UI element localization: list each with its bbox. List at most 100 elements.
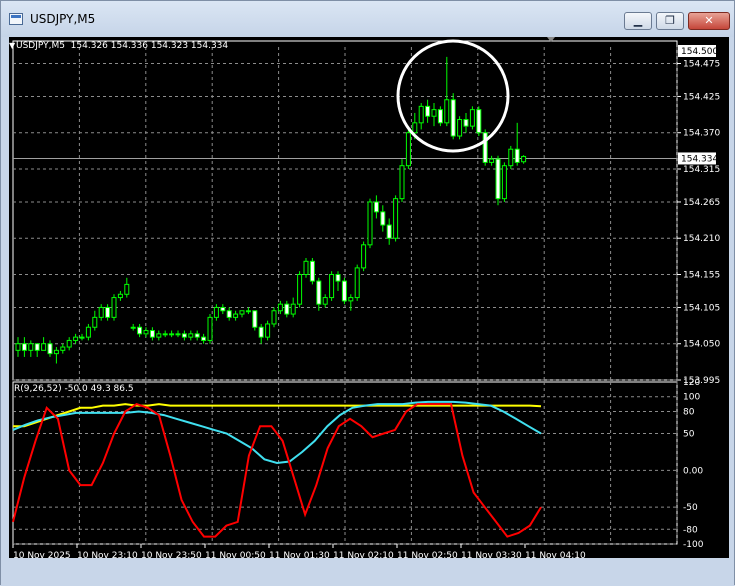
candle-body (98, 306, 104, 318)
candle-body (341, 280, 347, 302)
candle-body (175, 333, 181, 336)
indicator-tick-label: -80 (683, 525, 698, 535)
candle-body (380, 211, 386, 226)
candle-body (476, 109, 482, 134)
time-axis-label: 11 Nov 02:50 (397, 551, 458, 558)
chart-canvas[interactable]: 154.475 154.425 154.370 154.315 154.265 154.2… (9, 37, 729, 558)
candle-body (290, 303, 296, 315)
candle-body (303, 260, 309, 275)
candle-body (514, 148, 520, 163)
candle-body (137, 326, 143, 335)
candle-body (297, 273, 303, 305)
candle-body (85, 326, 91, 338)
candle-body (245, 310, 251, 313)
candle-body (361, 244, 367, 269)
price-tick-label: 154.155 (683, 270, 720, 280)
time-axis-label: 11 Nov 00:50 (205, 551, 266, 558)
candle-body (521, 155, 527, 163)
candle-body (111, 297, 117, 318)
chart-header-arrow-icon[interactable]: ▼ (9, 41, 15, 50)
window-title: USDJPY,M5 (30, 12, 96, 26)
candle-body (15, 343, 21, 351)
indicator-tick-label: -100 (683, 540, 704, 550)
candle-body (53, 349, 59, 355)
chart-area[interactable]: 154.475 154.425 154.370 154.315 154.265 154.2… (9, 37, 729, 558)
candle-body (239, 310, 245, 315)
candle-body (213, 306, 219, 318)
candle-body (207, 316, 213, 341)
candle-body (188, 333, 194, 338)
price-tick-label: 154.265 (683, 198, 720, 208)
candle-body (130, 326, 136, 329)
candle-body (495, 158, 501, 200)
indicator-tick-label: -50 (683, 503, 698, 513)
candle-body (233, 313, 239, 318)
candle-body (265, 323, 271, 338)
candle-body (322, 297, 328, 305)
price-tick-label: 154.425 (683, 92, 720, 102)
time-axis-label: 11 Nov 03:30 (461, 551, 522, 558)
indicator-tick-label: 120 (683, 378, 700, 388)
candle-body (373, 201, 379, 213)
time-axis-label: 11 Nov 01:30 (269, 551, 330, 558)
candle-body (105, 306, 111, 318)
candle-body (28, 343, 34, 351)
candle-body (284, 303, 290, 315)
candle-body (469, 109, 475, 127)
candle-body (399, 165, 405, 200)
candle-body (405, 132, 411, 167)
candle-body (457, 119, 463, 137)
candle-body (79, 336, 85, 339)
candle-body (450, 99, 456, 137)
top-price-label: 154.500 (681, 47, 718, 57)
title-bar[interactable]: USDJPY,M5 ▁ ❐ ✕ (1, 1, 734, 37)
candle-body (367, 201, 373, 246)
candle-body (34, 343, 40, 351)
candle-body (92, 316, 98, 328)
candle-body (21, 343, 27, 351)
candle-body (194, 333, 200, 338)
price-tick-label: 154.210 (683, 234, 720, 244)
candle-body (412, 122, 418, 134)
time-axis-label: 10 Nov 23:10 (77, 551, 138, 558)
candle-body (277, 303, 283, 312)
current-price-label: 154.334 (681, 154, 718, 164)
candle-body (437, 109, 443, 124)
time-axis-label: 10 Nov 2025 (13, 551, 71, 558)
candle-body (309, 260, 315, 282)
indicator-header: R(9,26,52) -50.0 49.3 86.5 (14, 384, 134, 394)
candle-body (489, 158, 495, 163)
price-tick-label: 154.475 (683, 59, 720, 69)
candle-body (252, 310, 258, 328)
candle-body (258, 326, 264, 338)
candle-body (117, 293, 123, 299)
candle-body (316, 280, 322, 305)
candle-body (354, 267, 360, 299)
candle-body (463, 119, 469, 127)
candle-body (73, 336, 79, 341)
candle-body (143, 330, 149, 335)
candle-body (418, 105, 424, 124)
candle-body (271, 310, 277, 325)
candle-body (425, 105, 431, 117)
candle-body (348, 297, 354, 302)
candle-body (169, 333, 175, 336)
price-tick-label: 154.315 (683, 165, 720, 175)
maximize-button[interactable]: ❐ (656, 12, 684, 30)
candle-body (220, 306, 226, 312)
time-axis-label: 10 Nov 23:50 (141, 551, 202, 558)
indicator-yellow-line (13, 403, 542, 428)
time-axis-label: 11 Nov 02:10 (333, 551, 394, 558)
candle-body (66, 339, 72, 348)
close-button[interactable]: ✕ (688, 12, 730, 30)
candle-body (508, 148, 514, 167)
price-tick-label: 154.370 (683, 129, 720, 139)
chart-header: USDJPY,M5 154.326 154.336 154.323 154.33… (16, 41, 229, 51)
chart-window-icon (9, 13, 23, 25)
candle-body (393, 198, 399, 239)
candle-body (181, 333, 187, 338)
chart-window: USDJPY,M5 ▁ ❐ ✕ 154.475 154.425 154.370 154… (0, 0, 735, 586)
minimize-button[interactable]: ▁ (624, 12, 652, 30)
candle-body (329, 273, 335, 299)
candle-body (47, 343, 53, 355)
